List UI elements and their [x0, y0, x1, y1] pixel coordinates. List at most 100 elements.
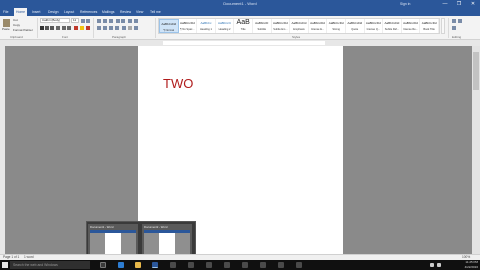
replace-icon[interactable] [458, 19, 462, 23]
show-formatting-icon[interactable] [134, 19, 138, 23]
app-icon[interactable] [260, 262, 266, 268]
shading-icon[interactable] [128, 26, 132, 30]
style-item[interactable]: AaBbCcDd Intense Q... [365, 19, 384, 33]
strikethrough-icon[interactable] [56, 26, 60, 30]
app-icon[interactable] [242, 262, 248, 268]
style-sample: AaBbCcDd [421, 21, 437, 25]
align-center-icon[interactable] [103, 26, 107, 30]
style-item[interactable]: AaBbCcDd ¶ Normal [159, 19, 179, 33]
style-item[interactable]: AaBbCcDd Emphasis [290, 19, 309, 33]
underline-icon[interactable] [50, 26, 54, 30]
superscript-icon[interactable] [67, 26, 71, 30]
justify-icon[interactable] [115, 26, 119, 30]
style-item[interactable]: AaBbCcC Heading 2 [216, 19, 235, 33]
sort-icon[interactable] [128, 19, 132, 23]
window-preview-1[interactable]: Document1 - Word [88, 224, 138, 257]
quick-access-toolbar [2, 1, 24, 14]
tab-view[interactable]: View [136, 8, 143, 16]
group-separator [448, 18, 449, 38]
multilevel-list-icon[interactable] [109, 19, 113, 23]
file-explorer-icon[interactable] [135, 262, 141, 268]
tab-tell-me[interactable]: Tell me [150, 8, 161, 16]
line-spacing-icon[interactable] [122, 26, 126, 30]
network-icon[interactable] [437, 263, 441, 267]
maximize-button[interactable]: ❐ [452, 0, 466, 8]
edge-icon[interactable] [118, 262, 124, 268]
word-taskbar-icon[interactable] [152, 262, 158, 268]
grow-font-icon[interactable] [81, 19, 85, 23]
taskbar-search-box[interactable]: Search the web and Windows [10, 261, 90, 269]
style-item[interactable]: AaB Title [234, 19, 253, 33]
style-sample: AaBbCcDd [310, 21, 325, 25]
style-item[interactable]: AaBbCcDd Quote [346, 19, 365, 33]
increase-indent-icon[interactable] [121, 19, 125, 23]
tab-insert[interactable]: Insert [32, 8, 40, 16]
task-view-icon[interactable] [100, 262, 106, 268]
style-name: Subtitle [257, 28, 267, 31]
store-icon[interactable] [170, 262, 176, 268]
clipboard-group-label: Clipboard [10, 35, 23, 39]
sign-in-link[interactable]: Sign in [400, 1, 434, 7]
style-item[interactable]: AaBbCcDd Intense Re... [402, 19, 421, 33]
borders-icon[interactable] [134, 26, 138, 30]
style-sample: AaBbCcDd [291, 21, 307, 25]
style-name: Quote [351, 28, 359, 31]
style-item[interactable]: AaBbCcDd Subtle Ref... [383, 19, 402, 33]
subscript-icon[interactable] [62, 26, 66, 30]
styles-gallery-more-button[interactable] [441, 18, 445, 34]
numbering-icon[interactable] [103, 19, 107, 23]
styles-gallery: AaBbCcDd ¶ Normal AaBbCcDd ¶ No Spac... AaBb… [158, 18, 440, 34]
app-icon[interactable] [206, 262, 212, 268]
style-item[interactable]: AaBbCcDd Intense E... [309, 19, 328, 33]
tab-review[interactable]: Review [120, 8, 131, 16]
bullets-icon[interactable] [97, 19, 101, 23]
text-effects-icon[interactable] [74, 26, 78, 30]
style-item[interactable]: AaBbCc Heading 1 [197, 19, 216, 33]
system-clock[interactable]: 11:25 PM 4/22/2016 [448, 260, 478, 270]
paste-button[interactable]: Paste [2, 27, 10, 31]
minimize-button[interactable]: — [438, 0, 452, 8]
preview-page [159, 233, 175, 255]
scrollbar-thumb[interactable] [473, 52, 479, 90]
decrease-indent-icon[interactable] [116, 19, 120, 23]
window-preview-2[interactable]: Document2 - Word [142, 224, 192, 257]
style-item[interactable]: AaBbCcD Subtitle [253, 19, 272, 33]
copy-button[interactable]: Copy [13, 23, 20, 27]
align-left-icon[interactable] [97, 26, 101, 30]
style-item[interactable]: AaBbCcDd ¶ No Spac... [179, 19, 198, 33]
tab-home[interactable]: Home [14, 8, 28, 16]
style-item[interactable]: AaBbCcDd Subtle Em... [272, 19, 291, 33]
clock-date: 4/22/2016 [464, 265, 478, 269]
italic-icon[interactable] [45, 26, 49, 30]
style-item[interactable]: AaBbCcDd Book Title [420, 19, 439, 33]
font-name-field[interactable]: Calibri (Body) [40, 18, 70, 23]
volume-icon[interactable] [430, 263, 434, 267]
tab-design[interactable]: Design [48, 8, 59, 16]
mail-icon[interactable] [188, 262, 194, 268]
find-icon[interactable] [452, 19, 456, 23]
bold-icon[interactable] [40, 26, 44, 30]
font-color-icon[interactable] [86, 26, 90, 30]
font-size-field[interactable]: 11 [71, 18, 79, 23]
app-icon[interactable] [278, 262, 284, 268]
document-text[interactable]: TWO [163, 76, 193, 92]
tab-references[interactable]: References [80, 8, 97, 16]
app-icon[interactable] [296, 262, 302, 268]
paste-icon[interactable] [3, 19, 10, 27]
windows-start-icon[interactable] [1, 261, 9, 269]
format-painter-button[interactable]: Format Painter [13, 28, 33, 32]
align-right-icon[interactable] [109, 26, 113, 30]
cut-button[interactable]: Cut [13, 18, 18, 22]
font-group-label: Font [62, 35, 69, 39]
app-icon[interactable] [224, 262, 230, 268]
close-button[interactable]: ✕ [466, 0, 480, 8]
tab-file[interactable]: File [3, 8, 8, 16]
style-item[interactable]: AaBbCcDd Strong [327, 19, 346, 33]
highlight-icon[interactable] [80, 26, 84, 30]
style-name: Heading 1 [200, 28, 212, 31]
tab-mailings[interactable]: Mailings [102, 8, 114, 16]
tab-layout[interactable]: Layout [64, 8, 74, 16]
shrink-font-icon[interactable] [86, 19, 90, 23]
style-name: ¶ No Spac... [180, 28, 195, 31]
select-icon[interactable] [452, 26, 456, 30]
